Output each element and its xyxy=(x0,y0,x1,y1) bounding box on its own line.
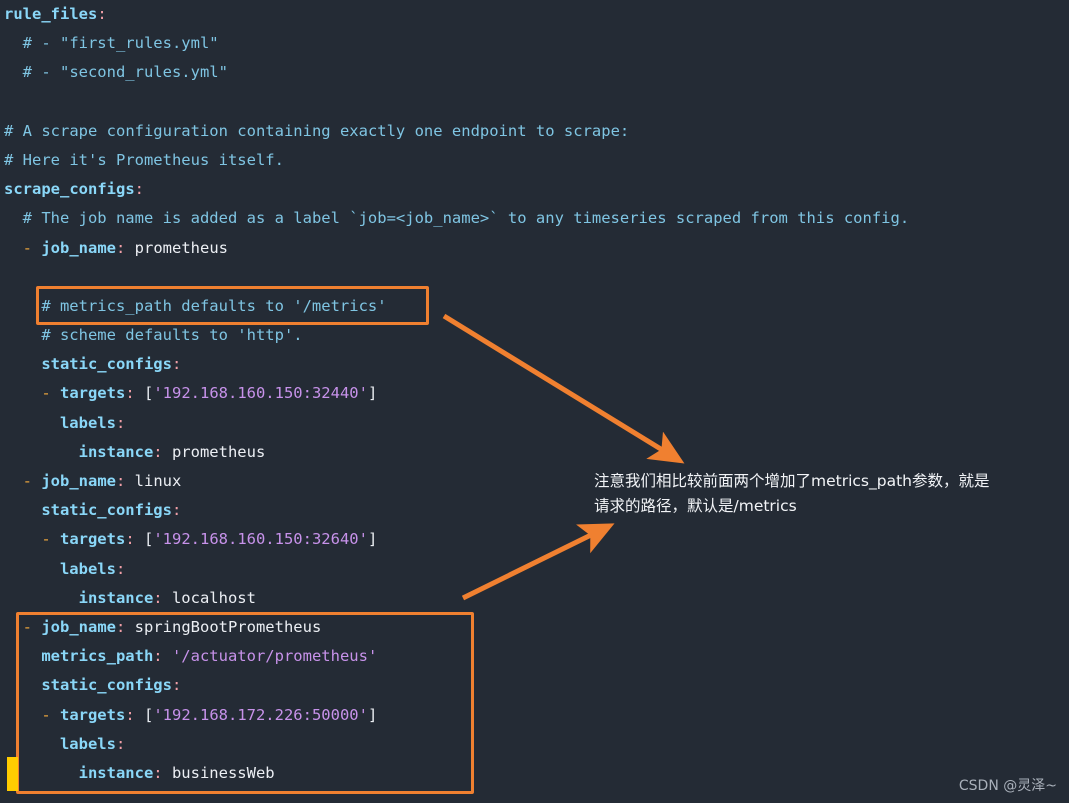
code-token-dash: - xyxy=(41,530,60,549)
code-line[interactable]: # scheme defaults to 'http'. xyxy=(0,321,1069,350)
code-token-k: job_name xyxy=(41,472,116,490)
code-token-colon: : xyxy=(171,501,182,520)
code-line[interactable]: # metrics_path defaults to '/metrics' xyxy=(0,292,1069,321)
code-token-k: targets xyxy=(59,384,126,403)
code-token-brk: [ xyxy=(134,705,154,724)
code-line[interactable]: metrics_path: '/actuator/prometheus' xyxy=(0,642,1069,671)
csdn-watermark: CSDN @灵泽~ xyxy=(958,778,1057,794)
code-token-k: static_configs xyxy=(41,355,172,374)
code-token-cmt: # - "second_rules.yml" xyxy=(22,63,228,82)
code-token-colon: : xyxy=(115,559,126,578)
code-token-brk: [ xyxy=(134,384,154,403)
code-line[interactable]: scrape_configs: xyxy=(0,175,1069,204)
code-line[interactable] xyxy=(0,88,1069,117)
code-line[interactable]: - targets: ['192.168.160.150:32640'] xyxy=(0,525,1069,554)
code-token-k: job_name xyxy=(41,617,116,636)
code-line[interactable]: # - "first_rules.yml" xyxy=(0,29,1069,58)
code-line[interactable]: labels: xyxy=(0,730,1069,759)
code-token-val: prometheus xyxy=(125,238,228,257)
code-token-k: job_name xyxy=(41,238,116,257)
code-token-brk: ] xyxy=(367,530,378,549)
code-line[interactable]: # Here it's Prometheus itself. xyxy=(0,146,1069,175)
code-token-brk: ] xyxy=(367,705,378,724)
code-token-colon: : xyxy=(153,588,163,607)
code-token-colon: : xyxy=(153,647,163,666)
code-token-brk: [ xyxy=(134,530,154,549)
code-line[interactable]: # The job name is added as a label `job=… xyxy=(0,204,1069,233)
code-token-str: '192.168.172.226:50000' xyxy=(153,705,368,724)
code-line[interactable]: - targets: ['192.168.160.150:32440'] xyxy=(0,379,1069,408)
code-token-colon: : xyxy=(171,355,182,374)
code-token-brk: ] xyxy=(367,384,378,403)
code-token-dash: - xyxy=(22,238,42,257)
code-token-colon: : xyxy=(115,472,126,490)
code-token-colon: : xyxy=(153,763,163,782)
code-token-val: businessWeb xyxy=(162,763,275,782)
code-line[interactable]: - job_name: prometheus xyxy=(0,234,1069,263)
code-line[interactable]: instance: localhost xyxy=(0,584,1069,613)
code-token-colon: : xyxy=(125,384,135,403)
code-token-colon: : xyxy=(115,734,126,753)
code-token-colon: : xyxy=(125,705,135,724)
code-token-val: prometheus xyxy=(162,442,266,461)
code-line[interactable]: labels: xyxy=(0,555,1069,584)
code-token-colon: : xyxy=(115,617,126,636)
code-token-k: static_configs xyxy=(41,501,172,520)
code-token-k: rule_files xyxy=(4,5,98,23)
code-token-colon: : xyxy=(134,180,144,199)
code-token-cmt: # scheme defaults to 'http'. xyxy=(41,326,303,345)
code-token-cmt: # A scrape configuration containing exac… xyxy=(4,121,630,140)
code-token-colon: : xyxy=(171,676,182,695)
code-line[interactable]: static_configs: xyxy=(0,350,1069,379)
code-token-k: instance xyxy=(78,588,154,607)
gutter-change-marker xyxy=(7,757,18,791)
code-line[interactable]: instance: prometheus xyxy=(0,438,1069,467)
code-token-str: '192.168.160.150:32440' xyxy=(153,384,368,403)
code-token-str: '/actuator/prometheus' xyxy=(162,647,378,666)
code-token-val: localhost xyxy=(162,588,256,607)
code-line[interactable]: labels: xyxy=(0,409,1069,438)
code-line[interactable]: instance: businessWeb xyxy=(0,759,1069,788)
code-token-k: scrape_configs xyxy=(4,180,135,199)
code-token-k: targets xyxy=(59,530,126,549)
code-token-dash: - xyxy=(22,472,42,490)
code-line[interactable]: rule_files: xyxy=(0,0,1069,29)
code-token-colon: : xyxy=(115,413,126,432)
code-token-cmt: # - "first_rules.yml" xyxy=(22,34,219,53)
code-token-dash: - xyxy=(41,384,60,403)
code-token-k: targets xyxy=(59,705,126,724)
code-token-k: labels xyxy=(59,734,116,753)
code-token-colon: : xyxy=(97,5,107,23)
code-token-k: instance xyxy=(78,763,154,782)
code-token-k: metrics_path xyxy=(41,647,154,666)
code-line[interactable]: # A scrape configuration containing exac… xyxy=(0,117,1069,146)
code-line[interactable]: # - "second_rules.yml" xyxy=(0,58,1069,87)
code-token-colon: : xyxy=(125,530,135,549)
code-token-k: labels xyxy=(59,413,116,432)
annotation-note: 注意我们相比较前面两个增加了metrics_path参数，就是请求的路径，默认是… xyxy=(594,472,990,515)
code-line[interactable] xyxy=(0,263,1069,292)
code-line[interactable]: static_configs: xyxy=(0,671,1069,700)
code-token-k: instance xyxy=(78,442,154,461)
code-token-cmt: # The job name is added as a label `job=… xyxy=(22,209,910,228)
code-token-dash: - xyxy=(41,705,60,724)
screenshot-root: rule_files: # - "first_rules.yml" # - "sec… xyxy=(0,0,1069,803)
code-line[interactable]: - job_name: springBootPrometheus xyxy=(0,613,1069,642)
code-token-cmt: # metrics_path defaults to '/metrics' xyxy=(41,296,387,315)
code-token-dash: - xyxy=(22,617,42,636)
code-token-val: linux xyxy=(125,472,182,490)
code-token-cmt: # Here it's Prometheus itself. xyxy=(4,150,284,169)
code-token-k: static_configs xyxy=(41,676,172,695)
code-token-k: labels xyxy=(59,559,116,578)
code-line[interactable]: - targets: ['192.168.172.226:50000'] xyxy=(0,701,1069,730)
code-token-colon: : xyxy=(115,238,126,257)
code-token-val: springBootPrometheus xyxy=(125,617,322,636)
yaml-code-area[interactable]: rule_files: # - "first_rules.yml" # - "sec… xyxy=(0,0,1069,788)
code-token-str: '192.168.160.150:32640' xyxy=(153,530,368,549)
code-token-colon: : xyxy=(153,442,163,461)
